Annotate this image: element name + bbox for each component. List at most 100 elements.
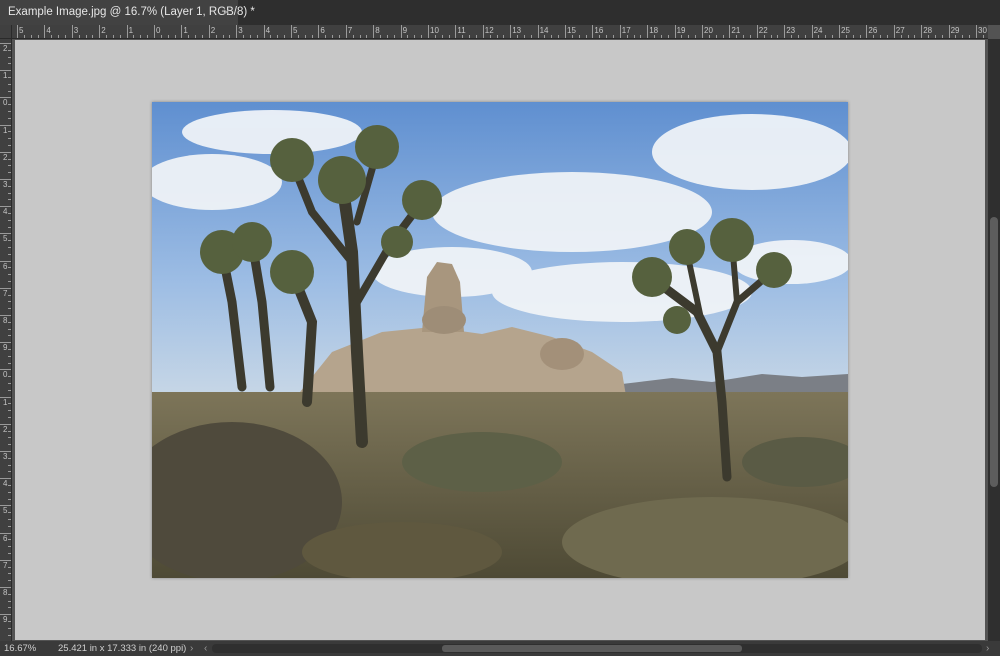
ruler-label: 1: [3, 397, 8, 407]
status-bar: 16.67% 25.421 in x 17.333 in (240 ppi) ›…: [0, 641, 1000, 656]
ruler-major-tick: [345, 25, 347, 38]
ruler-label: 9: [3, 615, 8, 625]
ruler-label: 8: [3, 588, 8, 597]
ruler-major-tick: [756, 25, 758, 38]
ruler-label: 2: [210, 26, 216, 35]
ruler-label: 17: [621, 26, 631, 35]
document-tab-bar: Example Image.jpg @ 16.7% (Layer 1, RGB/…: [0, 0, 1000, 25]
ruler-label: 7: [347, 26, 353, 35]
ruler-label: 5: [3, 506, 8, 516]
ruler-label: 2: [3, 44, 8, 53]
document-tab[interactable]: Example Image.jpg @ 16.7% (Layer 1, RGB/…: [0, 0, 255, 25]
document-size-info: 25.421 in x 17.333 in (240 ppi): [58, 643, 187, 654]
status-menu-chevron-icon[interactable]: ›: [190, 641, 193, 656]
ruler-label: 0: [3, 98, 8, 108]
ruler-major-tick: [729, 25, 731, 38]
ruler-major-tick: [921, 25, 923, 38]
ruler-label: 1: [128, 26, 134, 35]
vertical-scrollbar[interactable]: [988, 39, 1000, 641]
ruler-label: 1: [3, 125, 8, 135]
document-tab-title: Example Image.jpg @ 16.7% (Layer 1, RGB/…: [8, 6, 255, 18]
ruler-major-tick: [592, 25, 594, 38]
ruler-label: 2: [3, 424, 8, 434]
ruler-label: 18: [649, 26, 659, 35]
ruler-major-tick: [71, 25, 73, 38]
ruler-major-tick: [839, 25, 840, 38]
ruler-label: 7: [3, 288, 8, 298]
ruler-label: 4: [3, 479, 8, 489]
zoom-level[interactable]: 16.67%: [4, 641, 36, 656]
ruler-label: 8: [375, 26, 380, 35]
scroll-left-arrow-icon[interactable]: ‹: [204, 641, 207, 656]
ruler-label: 15: [567, 26, 576, 35]
ruler-major-tick: [428, 25, 429, 38]
ruler-label: 3: [3, 452, 8, 461]
ruler-major-tick: [181, 25, 183, 38]
ruler-label: 13: [512, 26, 522, 35]
document-image[interactable]: [152, 102, 848, 578]
ruler-label: 5: [3, 234, 8, 244]
ruler-label: 0: [3, 370, 8, 380]
ruler-major-tick: [208, 25, 210, 38]
ruler-major-tick: [154, 25, 155, 38]
ruler-label: 5: [19, 26, 24, 35]
vertical-scroll-thumb[interactable]: [990, 217, 998, 487]
ruler-label: 29: [950, 26, 960, 35]
ruler-label: 5: [293, 26, 298, 35]
ruler-label: 23: [786, 26, 796, 35]
horizontal-ruler[interactable]: 5 4 3 2 1 0 1 2 3 4 5 6 7 8 9 10 11 12 13 14 15 16 17 18 19 20 21 2…: [12, 25, 988, 39]
ruler-major-tick: [236, 25, 238, 38]
ruler-label: 4: [3, 207, 8, 217]
ruler-major-tick: [373, 25, 375, 38]
ruler-major-tick: [482, 25, 484, 38]
ruler-major-tick: [510, 25, 512, 38]
ruler-label: 6: [3, 261, 8, 271]
ruler-label: 9: [402, 26, 408, 35]
ruler-label: 6: [320, 26, 325, 35]
ruler-major-tick: [126, 25, 128, 38]
ruler-major-tick: [619, 25, 621, 38]
ruler-major-tick: [784, 25, 786, 38]
ruler-label: 30: [978, 26, 987, 35]
ruler-major-tick: [866, 25, 868, 38]
ruler-label: 10: [430, 26, 439, 35]
ruler-major-tick: [291, 25, 292, 38]
ruler-major-tick: [647, 25, 649, 38]
ruler-label: 12: [484, 26, 494, 35]
ruler-label: 9: [3, 343, 8, 353]
ruler-label: 19: [676, 26, 686, 35]
ruler-major-tick: [400, 25, 402, 38]
ruler-label: 14: [539, 26, 549, 35]
ruler-label: 6: [3, 533, 8, 543]
ruler-major-tick: [811, 25, 813, 38]
ruler-major-tick: [44, 25, 46, 38]
ruler-label: 26: [868, 26, 878, 35]
scroll-right-arrow-icon[interactable]: ›: [986, 641, 989, 656]
ruler-label: 3: [73, 26, 79, 35]
ruler-major-tick: [263, 25, 265, 38]
ruler-major-tick: [565, 25, 566, 38]
ruler-label: 24: [813, 26, 823, 35]
horizontal-scroll-thumb[interactable]: [442, 645, 742, 652]
ruler-label: 1: [3, 71, 8, 81]
ruler-label: 16: [594, 26, 604, 35]
ruler-major-tick: [674, 25, 676, 38]
ruler-label: 7: [3, 560, 8, 570]
ruler-major-tick: [893, 25, 895, 38]
ruler-major-tick: [702, 25, 703, 38]
ruler-corner[interactable]: [0, 25, 12, 39]
ruler-label: 3: [238, 26, 243, 35]
ruler-label: 27: [895, 26, 905, 35]
vertical-ruler[interactable]: 2 1 0 1 2 3 4 5 6 7 8 9 0 1 2 3 4 5 6 7 8 9: [0, 39, 12, 641]
horizontal-scrollbar[interactable]: [212, 644, 982, 653]
ruler-label: 22: [758, 26, 768, 35]
ruler-major-tick: [537, 25, 539, 38]
ruler-label: 11: [457, 26, 466, 35]
close-icon[interactable]: ×: [223, 0, 230, 25]
ruler-major-tick: [455, 25, 457, 38]
ruler-label: 4: [46, 26, 51, 35]
ruler-label: 21: [731, 26, 741, 35]
ruler-label: 4: [265, 26, 271, 35]
ruler-label: 3: [3, 180, 8, 189]
ruler-major-tick: [17, 25, 18, 38]
